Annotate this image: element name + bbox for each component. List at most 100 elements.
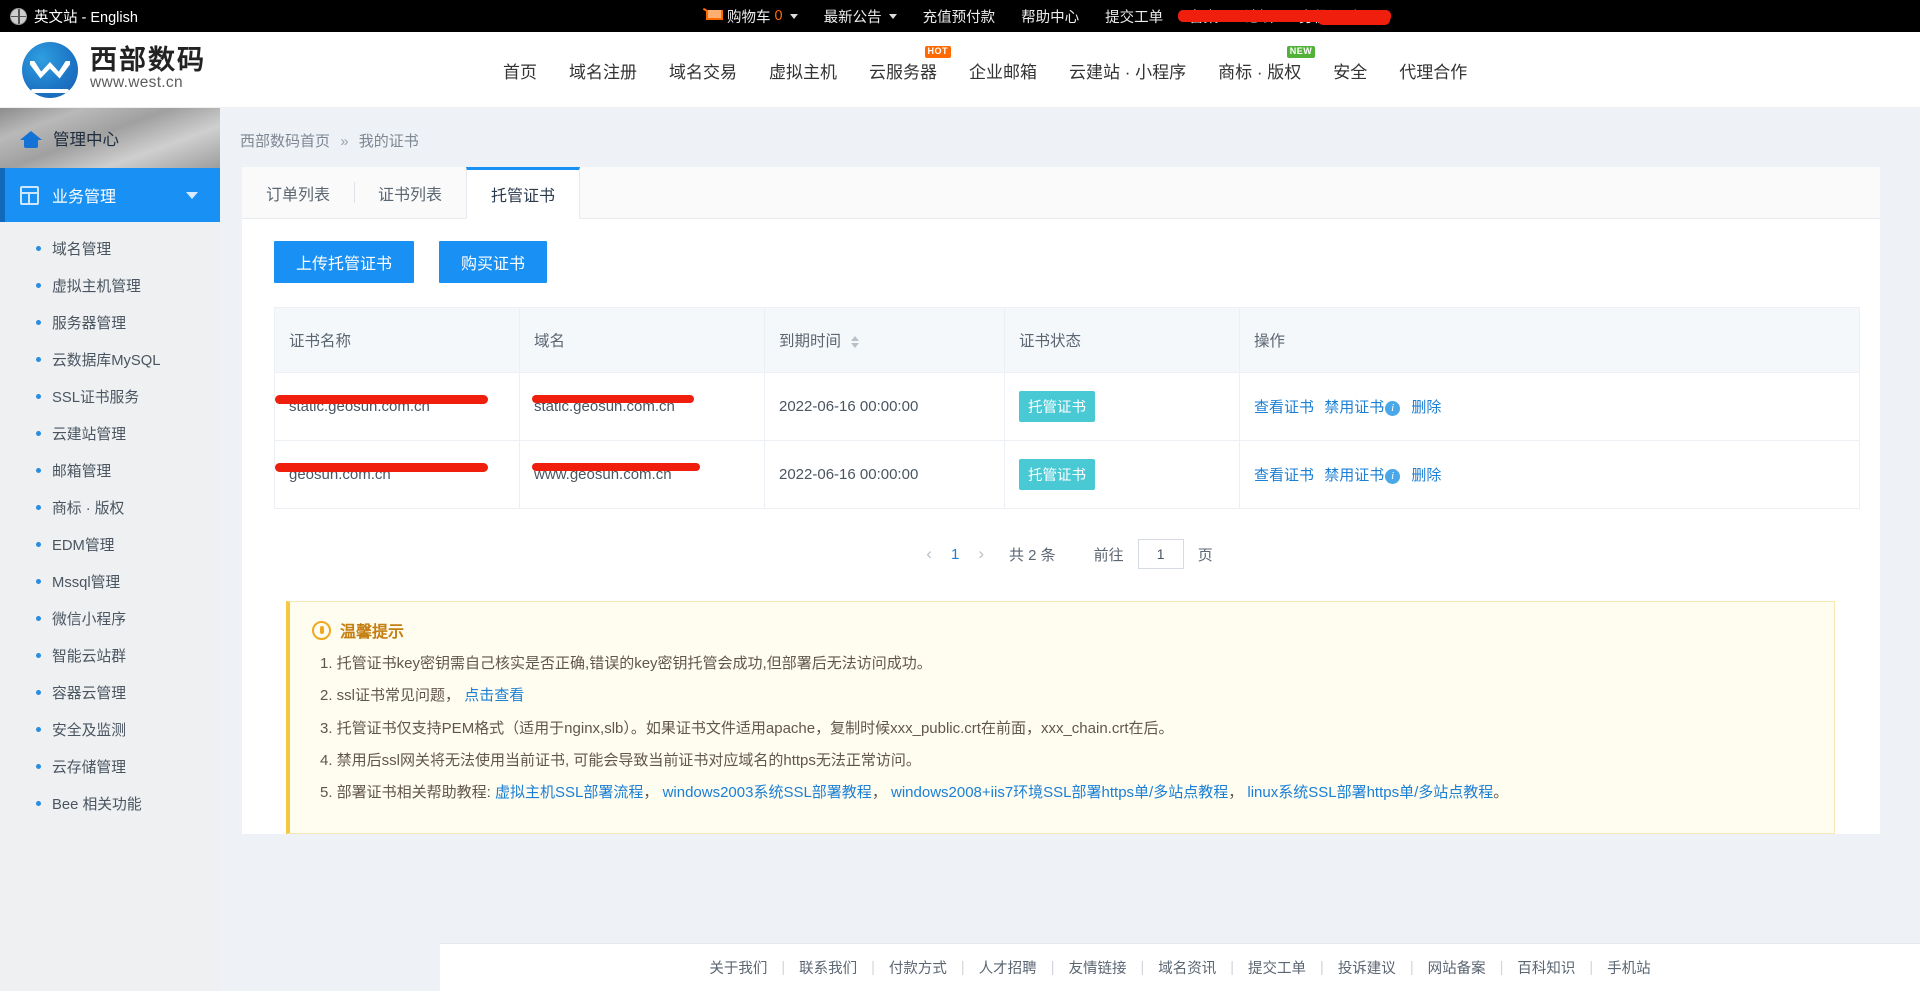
info-icon[interactable]: i bbox=[1385, 401, 1400, 416]
table-head: 证书名称 域名 到期时间 证书状态 操作 bbox=[275, 308, 1860, 373]
sidebar-item-ssl[interactable]: SSL证书服务 bbox=[0, 378, 220, 415]
bullet-icon bbox=[36, 801, 41, 806]
redaction-overlay bbox=[532, 463, 700, 471]
disable-cert-link[interactable]: 禁用证书 bbox=[1324, 399, 1384, 416]
breadcrumb-home[interactable]: 西部数码首页 bbox=[240, 133, 330, 150]
sidebar-item-edm[interactable]: EDM管理 bbox=[0, 526, 220, 563]
tab-hosted-cert[interactable]: 托管证书 bbox=[466, 167, 580, 219]
next-page-button[interactable]: › bbox=[973, 544, 989, 564]
sidebar-item-cloud-site[interactable]: 云建站管理 bbox=[0, 415, 220, 452]
nav-item-domain-trade[interactable]: 域名交易 bbox=[653, 32, 753, 108]
sidebar-item-site-cluster[interactable]: 智能云站群 bbox=[0, 637, 220, 674]
tip-comma-1: ， bbox=[643, 784, 658, 801]
bullet-icon bbox=[36, 283, 41, 288]
tab-order-list[interactable]: 订单列表 bbox=[242, 167, 354, 218]
tip-item-1: 1. 托管证书key密钥需自己核实是否正确,错误的key密钥托管会成功,但部署后… bbox=[320, 652, 1812, 675]
footer-link-domain-news[interactable]: 域名资讯 bbox=[1144, 957, 1230, 978]
cart-button[interactable]: 购物车 0 bbox=[690, 0, 811, 32]
sidebar-item-label: 域名管理 bbox=[52, 238, 111, 259]
nav-item-virtual-host[interactable]: 虚拟主机 bbox=[753, 32, 853, 108]
cell-status: 托管证书 bbox=[1005, 441, 1240, 509]
tip-link-linux[interactable]: linux系统SSL部署https单/多站点教程 bbox=[1247, 784, 1493, 801]
sidebar-item-mssql[interactable]: Mssql管理 bbox=[0, 563, 220, 600]
nav-item-trademark[interactable]: 商标 · 版权 NEW bbox=[1202, 32, 1317, 108]
nav-label: 云服务器 bbox=[869, 58, 937, 83]
footer-link-complaint[interactable]: 投诉建议 bbox=[1324, 957, 1410, 978]
sidebar-item-security-monitor[interactable]: 安全及监测 bbox=[0, 711, 220, 748]
tip-link-host-ssl[interactable]: 虚拟主机SSL部署流程 bbox=[495, 784, 643, 801]
sidebar-item-domain[interactable]: 域名管理 bbox=[0, 230, 220, 267]
tip-text: 5. 部署证书相关帮助教程: bbox=[320, 784, 495, 801]
sort-icon[interactable] bbox=[851, 336, 859, 348]
top-link-help[interactable]: 帮助中心 bbox=[1008, 0, 1092, 32]
sidebar-item-mail[interactable]: 邮箱管理 bbox=[0, 452, 220, 489]
tips-list: 1. 托管证书key密钥需自己核实是否正确,错误的key密钥托管会成功,但部署后… bbox=[312, 652, 1812, 804]
nav-item-enterprise-mail[interactable]: 企业邮箱 bbox=[953, 32, 1053, 108]
chevron-down-icon bbox=[889, 14, 897, 19]
footer-link-jobs[interactable]: 人才招聘 bbox=[965, 957, 1051, 978]
tip-link-win2008[interactable]: windows2008+iis7环境SSL部署https单/多站点教程 bbox=[891, 784, 1228, 801]
main-content: 西部数码首页 » 我的证书 订单列表 证书列表 托管证书 上传托管证书 购买证书 bbox=[220, 108, 1920, 991]
top-link-recharge[interactable]: 充值预付款 bbox=[910, 0, 1009, 32]
cell-cert-name: geosun.com.cn bbox=[275, 441, 520, 509]
table-row: geosun.com.cn www.geosun.com.cn 2022-06-… bbox=[275, 441, 1860, 509]
page-number-1[interactable]: 1 bbox=[951, 546, 959, 563]
sidebar-item-server[interactable]: 服务器管理 bbox=[0, 304, 220, 341]
sidebar-group-business-management[interactable]: 业务管理 bbox=[0, 168, 220, 222]
sidebar-item-virtual-host[interactable]: 虚拟主机管理 bbox=[0, 267, 220, 304]
nav-item-home[interactable]: 首页 bbox=[487, 32, 553, 108]
tip-link-faq[interactable]: 点击查看 bbox=[464, 687, 524, 704]
goto-page-input[interactable] bbox=[1138, 539, 1184, 569]
footer-link-friendlinks[interactable]: 友情链接 bbox=[1054, 957, 1140, 978]
sidebar-item-label: 容器云管理 bbox=[52, 682, 126, 703]
footer-link-contact[interactable]: 联系我们 bbox=[785, 957, 871, 978]
tip-comma-2: ， bbox=[872, 784, 887, 801]
upload-hosted-cert-button[interactable]: 上传托管证书 bbox=[274, 241, 414, 283]
view-cert-link[interactable]: 查看证书 bbox=[1254, 467, 1314, 484]
sidebar-item-bee[interactable]: Bee 相关功能 bbox=[0, 785, 220, 822]
col-expire[interactable]: 到期时间 bbox=[765, 308, 1005, 373]
nav-item-domain-register[interactable]: 域名注册 bbox=[553, 32, 653, 108]
cell-status: 托管证书 bbox=[1005, 373, 1240, 441]
footer-link-wiki[interactable]: 百科知识 bbox=[1503, 957, 1589, 978]
breadcrumb-separator: » bbox=[340, 133, 348, 150]
nav-item-security[interactable]: 安全 bbox=[1317, 32, 1383, 108]
prev-page-button[interactable]: ‹ bbox=[921, 544, 937, 564]
sidebar-item-label: 微信小程序 bbox=[52, 608, 126, 629]
tab-cert-list[interactable]: 证书列表 bbox=[354, 167, 466, 218]
nav-item-cloud-site[interactable]: 云建站 · 小程序 bbox=[1053, 32, 1202, 108]
new-badge: NEW bbox=[1287, 46, 1316, 58]
info-icon[interactable]: i bbox=[1385, 469, 1400, 484]
sidebar-item-wechat-miniprogram[interactable]: 微信小程序 bbox=[0, 600, 220, 637]
sidebar-item-label: 云存储管理 bbox=[52, 756, 126, 777]
top-link-announcements[interactable]: 最新公告 bbox=[811, 0, 910, 32]
sidebar-item-container-cloud[interactable]: 容器云管理 bbox=[0, 674, 220, 711]
nav-item-cloud-server[interactable]: 云服务器 HOT bbox=[853, 32, 953, 108]
sidebar-item-cloud-storage[interactable]: 云存储管理 bbox=[0, 748, 220, 785]
language-switch[interactable]: 英文站 - English bbox=[0, 6, 138, 27]
top-link-ticket[interactable]: 提交工单 bbox=[1092, 0, 1176, 32]
disable-cert-link[interactable]: 禁用证书 bbox=[1324, 467, 1384, 484]
delete-cert-link[interactable]: 删除 bbox=[1411, 399, 1441, 416]
buy-cert-button[interactable]: 购买证书 bbox=[439, 241, 547, 283]
top-utility-bar: 英文站 - English 购物车 0 最新公告 充值预付款 帮助中心 提交工单… bbox=[0, 0, 1920, 32]
bullet-icon bbox=[36, 468, 41, 473]
view-cert-link[interactable]: 查看证书 bbox=[1254, 399, 1314, 416]
footer-link-ticket[interactable]: 提交工单 bbox=[1234, 957, 1320, 978]
nav-item-agent[interactable]: 代理合作 bbox=[1383, 32, 1483, 108]
footer-link-icp[interactable]: 网站备案 bbox=[1414, 957, 1500, 978]
pagination: ‹ 1 › 共 2 条 前往 页 bbox=[274, 509, 1860, 593]
footer-link-about[interactable]: 关于我们 bbox=[695, 957, 781, 978]
bullet-icon bbox=[36, 320, 41, 325]
footer-link-payment[interactable]: 付款方式 bbox=[875, 957, 961, 978]
delete-cert-link[interactable]: 删除 bbox=[1411, 467, 1441, 484]
sidebar-header-management-center[interactable]: 管理中心 bbox=[0, 108, 220, 168]
site-logo[interactable]: 西部数码 www.west.cn bbox=[0, 42, 260, 98]
footer-link-mobile[interactable]: 手机站 bbox=[1593, 957, 1665, 978]
tips-box: 温馨提示 1. 托管证书key密钥需自己核实是否正确,错误的key密钥托管会成功… bbox=[286, 601, 1835, 834]
sidebar-item-mysql[interactable]: 云数据库MySQL bbox=[0, 341, 220, 378]
grid-icon bbox=[20, 186, 39, 205]
cell-expire: 2022-06-16 00:00:00 bbox=[765, 373, 1005, 441]
tip-link-win2003[interactable]: windows2003系统SSL部署教程 bbox=[663, 784, 872, 801]
sidebar-item-trademark[interactable]: 商标 · 版权 bbox=[0, 489, 220, 526]
